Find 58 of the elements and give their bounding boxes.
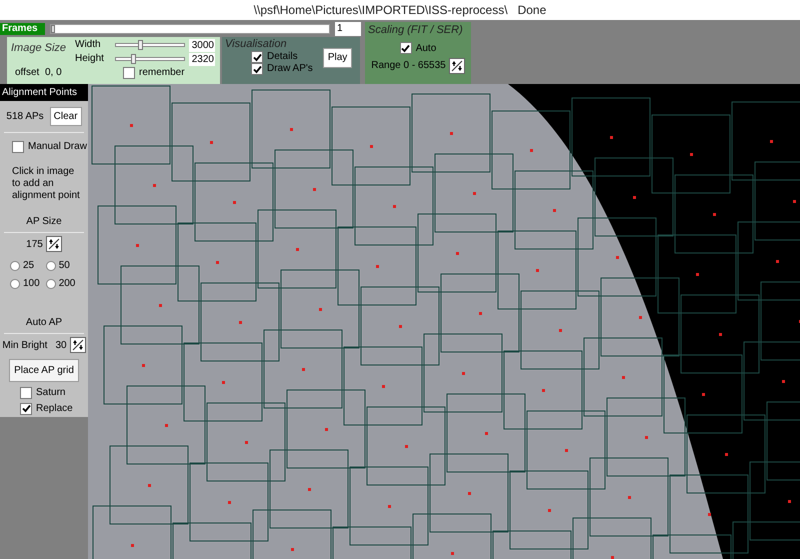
frame-number-field[interactable]: 1	[335, 22, 361, 36]
clear-button[interactable]: Clear	[50, 107, 82, 126]
checkbox-label: Replace	[36, 402, 73, 416]
slider-thumb[interactable]	[138, 40, 143, 50]
frames-slider[interactable]	[50, 24, 330, 34]
ap-size-value: 175	[26, 238, 43, 252]
radio-label: 50	[58, 259, 70, 273]
slider-thumb[interactable]	[51, 25, 55, 33]
radio-button[interactable]	[10, 260, 20, 270]
panel-title: Visualisation	[225, 37, 288, 51]
checkmark-icon	[401, 44, 410, 52]
checkbox-label: Manual Draw	[28, 140, 87, 154]
checkbox[interactable]	[251, 51, 263, 63]
width-field[interactable]: 3000	[189, 38, 215, 52]
checkbox-label: Auto	[416, 42, 436, 56]
radio-label: 200	[58, 277, 76, 291]
radio-label: 25	[23, 259, 34, 273]
ap-count: 518 APs	[6, 110, 44, 124]
height-label: Height	[75, 53, 105, 65]
checkbox[interactable]	[12, 140, 24, 152]
place-grid-button[interactable]: Place AP grid	[9, 359, 79, 382]
radio-label: 100	[23, 277, 40, 291]
panel-title: Scaling (FIT / SER)	[368, 23, 463, 38]
frames-label: Frames	[0, 23, 45, 35]
checkbox[interactable]	[123, 67, 135, 79]
checkbox[interactable]	[20, 386, 32, 398]
radio-button[interactable]	[10, 278, 20, 288]
height-field[interactable]: 2320	[189, 52, 215, 66]
offset-label: offset	[15, 67, 40, 79]
range-label: Range 0 - 65535	[371, 59, 446, 73]
up-down-arrows-icon	[72, 339, 84, 351]
offset-value: 0, 0	[45, 67, 63, 79]
checkbox[interactable]	[251, 63, 263, 75]
spin-button[interactable]	[448, 58, 465, 74]
up-down-arrows-icon	[48, 238, 60, 250]
section-title: AP Size	[26, 215, 62, 229]
checkbox[interactable]	[400, 42, 412, 54]
checkbox-label: remember	[139, 67, 185, 79]
min-bright-label: Min Bright	[2, 338, 48, 352]
checkbox[interactable]	[20, 402, 32, 414]
spin-button[interactable]	[46, 236, 62, 252]
window-title: \\psf\Home\Pictures\IMPORTED\ISS-reprocess\ Done	[254, 2, 546, 19]
radio-button[interactable]	[46, 260, 56, 270]
checkbox-label: Saturn	[36, 386, 66, 400]
panel-title: Image Size	[11, 41, 68, 56]
checkmark-icon	[22, 404, 30, 413]
radio-button[interactable]	[46, 278, 56, 288]
checkbox-label: Details	[267, 51, 298, 63]
checkbox-label: Draw AP's	[267, 63, 313, 75]
hint-text: Click in image to add an alignment point	[11, 166, 80, 202]
width-label: Width	[75, 39, 102, 51]
section-title: Auto AP	[26, 316, 62, 330]
slider-thumb[interactable]	[131, 54, 136, 64]
min-bright-value: 30	[55, 338, 67, 352]
play-button[interactable]: Play	[322, 48, 352, 68]
up-down-arrows-icon	[450, 60, 463, 72]
spin-button[interactable]	[70, 337, 86, 353]
sidebar-header: Alignment Points	[0, 84, 88, 101]
